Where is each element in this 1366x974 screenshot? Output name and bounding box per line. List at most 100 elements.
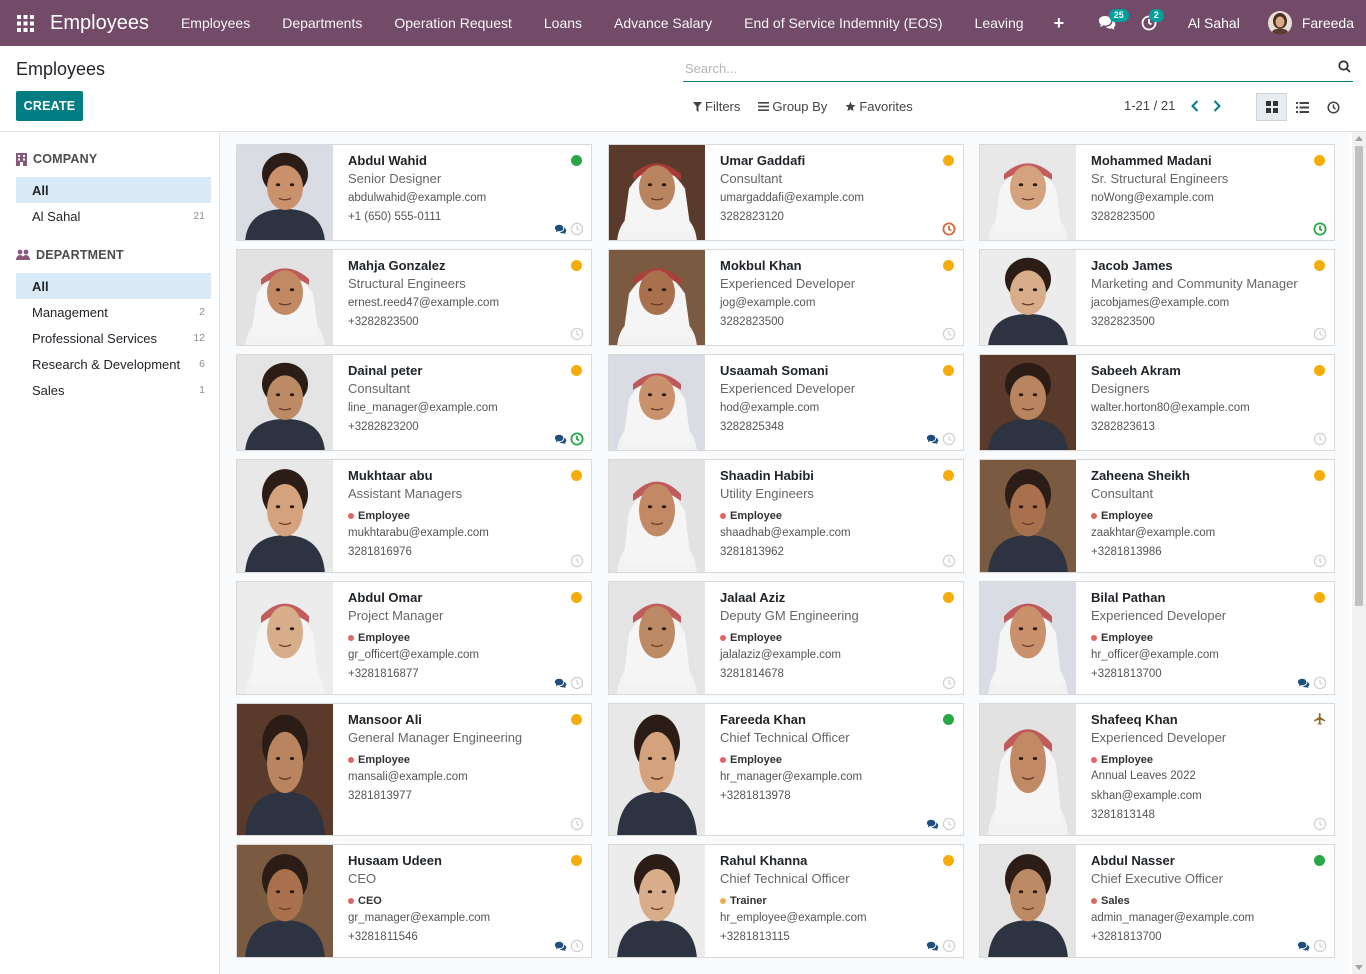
employee-card[interactable]: Zaheena Sheikh Consultant Employee zaakhtar… xyxy=(979,459,1335,573)
employee-name[interactable]: Mokbul Khan xyxy=(720,258,933,275)
employee-card[interactable]: Rahul Khanna Chief Technical Officer Train… xyxy=(608,844,964,958)
chat-icon[interactable] xyxy=(1297,941,1310,952)
chat-icon[interactable] xyxy=(926,819,939,830)
chat-icon[interactable] xyxy=(554,434,567,445)
activity-clock-icon[interactable] xyxy=(1313,432,1327,446)
company-switcher[interactable]: Al Sahal xyxy=(1188,15,1240,31)
scroll-thumb[interactable] xyxy=(1355,146,1363,606)
apps-menu-button[interactable] xyxy=(0,0,50,46)
employee-card[interactable]: Sabeeh Akram Designers walter.horton80@exa… xyxy=(979,354,1335,451)
employee-name[interactable]: Sabeeh Akram xyxy=(1091,363,1304,380)
employee-name[interactable]: Rahul Khanna xyxy=(720,853,933,870)
activity-clock-icon[interactable] xyxy=(1313,939,1327,953)
employee-card[interactable]: Abdul Wahid Senior Designer abdulwahid@exa… xyxy=(236,144,592,241)
chat-icon[interactable] xyxy=(554,941,567,952)
employee-card[interactable]: Mokbul Khan Experienced Developer jog@exam… xyxy=(608,249,964,346)
activity-clock-icon[interactable] xyxy=(942,676,956,690)
employee-card[interactable]: Mansoor Ali General Manager Engineering Em… xyxy=(236,703,592,836)
kanban-scrollbar[interactable] xyxy=(1352,132,1366,974)
groupby-button[interactable]: Group By xyxy=(758,99,827,114)
activity-clock-icon[interactable] xyxy=(570,554,584,568)
employee-card[interactable]: Jalaal Aziz Deputy GM Engineering Employee… xyxy=(608,581,964,695)
employee-name[interactable]: Zaheena Sheikh xyxy=(1091,468,1304,485)
company-filter-al-sahal[interactable]: Al Sahal 21 xyxy=(16,203,211,229)
employee-name[interactable]: Mukhtaar abu xyxy=(348,468,561,485)
activity-clock-icon[interactable] xyxy=(1313,817,1327,831)
employee-name[interactable]: Shafeeq Khan xyxy=(1091,712,1304,729)
chat-icon[interactable] xyxy=(926,941,939,952)
employee-card[interactable]: Dainal peter Consultant line_manager@examp… xyxy=(236,354,592,451)
employee-name[interactable]: Abdul Omar xyxy=(348,590,561,607)
employee-name[interactable]: Abdul Nasser xyxy=(1091,853,1304,870)
employee-name[interactable]: Abdul Wahid xyxy=(348,153,561,170)
employee-name[interactable]: Mohammed Madani xyxy=(1091,153,1304,170)
favorites-button[interactable]: Favorites xyxy=(845,99,913,114)
messaging-button[interactable]: 25 xyxy=(1094,0,1129,46)
employee-card[interactable]: Mohammed Madani Sr. Structural Engineers n… xyxy=(979,144,1335,241)
employee-card[interactable]: Fareeda Khan Chief Technical Officer Emplo… xyxy=(608,703,964,836)
activity-clock-icon[interactable] xyxy=(1313,327,1327,341)
activity-clock-icon[interactable] xyxy=(570,222,584,236)
employee-name[interactable]: Shaadin Habibi xyxy=(720,468,933,485)
chat-icon[interactable] xyxy=(554,224,567,235)
activities-button[interactable]: 2 xyxy=(1136,0,1164,46)
activity-clock-icon[interactable] xyxy=(1313,676,1327,690)
pager-previous[interactable] xyxy=(1191,99,1199,112)
department-filter-sales[interactable]: Sales 1 xyxy=(16,377,211,403)
employee-card[interactable]: Umar Gaddafi Consultant umargaddafi@exampl… xyxy=(608,144,964,241)
employee-card[interactable]: Husaam Udeen CEO CEO gr_manager@example.com… xyxy=(236,844,592,958)
employee-card[interactable]: Abdul Nasser Chief Executive Officer Sales… xyxy=(979,844,1335,958)
scroll-up-arrow[interactable] xyxy=(1355,136,1363,141)
activity-clock-icon[interactable] xyxy=(942,222,956,236)
create-button[interactable]: CREATE xyxy=(16,91,83,121)
employee-card[interactable]: Shaadin Habibi Utility Engineers Employee s… xyxy=(608,459,964,573)
employee-name[interactable]: Usaamah Somani xyxy=(720,363,933,380)
chat-icon[interactable] xyxy=(1297,678,1310,689)
employee-card[interactable]: Usaamah Somani Experienced Developer hod@e… xyxy=(608,354,964,451)
menu-operation-request[interactable]: Operation Request xyxy=(378,15,528,31)
employee-name[interactable]: Bilal Pathan xyxy=(1091,590,1304,607)
list-view-button[interactable] xyxy=(1287,93,1318,121)
employee-name[interactable]: Fareeda Khan xyxy=(720,712,933,729)
department-filter-all[interactable]: All xyxy=(16,273,211,299)
chat-icon[interactable] xyxy=(926,434,939,445)
activity-clock-icon[interactable] xyxy=(570,327,584,341)
filters-button[interactable]: Filters xyxy=(693,99,740,114)
employee-name[interactable]: Husaam Udeen xyxy=(348,853,561,870)
activity-clock-icon[interactable] xyxy=(942,817,956,831)
employee-card[interactable]: Shafeeq Khan Experienced Developer Employe… xyxy=(979,703,1335,836)
employee-name[interactable]: Jalaal Aziz xyxy=(720,590,933,607)
app-title[interactable]: Employees xyxy=(50,12,149,35)
kanban-view-button[interactable] xyxy=(1256,93,1287,121)
department-filter-management[interactable]: Management 2 xyxy=(16,299,211,325)
department-filter-research-development[interactable]: Research & Development 6 xyxy=(16,351,211,377)
activity-clock-icon[interactable] xyxy=(570,939,584,953)
activity-clock-icon[interactable] xyxy=(570,676,584,690)
menu-departments[interactable]: Departments xyxy=(266,15,378,31)
activity-clock-icon[interactable] xyxy=(942,432,956,446)
employee-card[interactable]: Abdul Omar Project Manager Employee gr_offi… xyxy=(236,581,592,695)
scroll-down-arrow[interactable] xyxy=(1355,965,1363,970)
department-filter-professional-services[interactable]: Professional Services 12 xyxy=(16,325,211,351)
employee-card[interactable]: Mukhtaar abu Assistant Managers Employee mu… xyxy=(236,459,592,573)
menu-employees[interactable]: Employees xyxy=(165,15,266,31)
employee-card[interactable]: Jacob James Marketing and Community Manag… xyxy=(979,249,1335,346)
employee-card[interactable]: Mahja Gonzalez Structural Engineers ernest… xyxy=(236,249,592,346)
company-filter-all[interactable]: All xyxy=(16,177,211,203)
pager-next[interactable] xyxy=(1213,99,1222,112)
activity-view-button[interactable] xyxy=(1318,93,1349,121)
activity-clock-icon[interactable] xyxy=(570,817,584,831)
employee-name[interactable]: Mansoor Ali xyxy=(348,712,561,729)
employee-card[interactable]: Bilal Pathan Experienced Developer Employe… xyxy=(979,581,1335,695)
menu-loans[interactable]: Loans xyxy=(528,15,598,31)
employee-name[interactable]: Umar Gaddafi xyxy=(720,153,933,170)
menu-leaving[interactable]: Leaving xyxy=(959,15,1040,31)
pager-value[interactable]: 1-21 / 21 xyxy=(1124,98,1175,113)
menu-advance-salary[interactable]: Advance Salary xyxy=(598,15,728,31)
activity-clock-icon[interactable] xyxy=(942,554,956,568)
chat-icon[interactable] xyxy=(554,678,567,689)
employee-name[interactable]: Jacob James xyxy=(1091,258,1304,275)
search-icon[interactable] xyxy=(1338,60,1351,73)
employee-name[interactable]: Mahja Gonzalez xyxy=(348,258,561,275)
menu-more-plus-icon[interactable]: + xyxy=(1040,13,1079,34)
